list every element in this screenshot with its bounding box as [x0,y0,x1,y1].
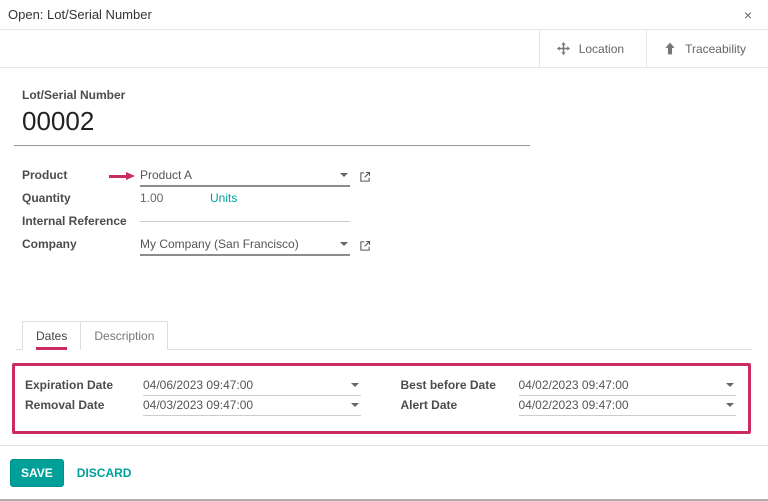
internal-reference-row: Internal Reference [22,212,752,234]
form-fields: Product Product A Quantity 1.00 Units [22,166,752,257]
traceability-button-label: Traceability [685,42,746,56]
dates-right-column: Best before Date 04/02/2023 09:47:00 Ale… [401,376,737,416]
move-icon [556,41,571,56]
company-label: Company [22,235,140,251]
alert-date-row: Alert Date 04/02/2023 09:47:00 [401,396,737,416]
discard-button[interactable]: DISCARD [77,466,132,480]
arrow-up-icon [663,41,677,56]
product-value: Product A [140,168,192,182]
removal-date-field[interactable]: 04/03/2023 09:47:00 [143,396,361,416]
internal-reference-field[interactable] [140,216,350,222]
expiration-date-label: Expiration Date [25,376,143,392]
location-button[interactable]: Location [539,30,646,67]
dialog-title: Open: Lot/Serial Number [8,7,152,22]
dates-grid: Expiration Date 04/06/2023 09:47:00 Remo… [25,376,736,416]
lot-serial-number-label: Lot/Serial Number [22,88,752,102]
external-link-icon[interactable] [359,171,371,183]
product-field[interactable]: Product A [140,166,350,187]
alert-date-label: Alert Date [401,396,519,412]
chevron-down-icon[interactable] [351,403,359,407]
external-link-icon[interactable] [359,240,371,252]
notebook-tabs: Dates Description [16,321,752,350]
expiration-date-value: 04/06/2023 09:47:00 [143,378,253,392]
tab-dates[interactable]: Dates [22,321,81,350]
tab-dates-label: Dates [36,329,67,350]
stat-button-box: Location Traceability [0,30,768,68]
company-value: My Company (San Francisco) [140,237,299,251]
internal-reference-label: Internal Reference [22,212,140,228]
lot-serial-number-input[interactable]: 00002 [22,106,752,137]
form-sheet: Lot/Serial Number 00002 Product Product … [0,68,768,434]
best-before-date-value: 04/02/2023 09:47:00 [519,378,629,392]
location-button-label: Location [579,42,624,56]
quantity-row: Quantity 1.00 Units [22,189,752,211]
removal-date-label: Removal Date [25,396,143,412]
company-row: Company My Company (San Francisco) [22,235,752,257]
close-icon[interactable]: × [738,8,758,22]
quantity-value: 1.00 [140,189,210,205]
best-before-date-field[interactable]: 04/02/2023 09:47:00 [519,376,737,396]
dates-highlight-annotation: Expiration Date 04/06/2023 09:47:00 Remo… [12,363,751,434]
lot-serial-dialog: Open: Lot/Serial Number × Location Trace… [0,0,768,501]
removal-date-row: Removal Date 04/03/2023 09:47:00 [25,396,361,416]
best-before-date-row: Best before Date 04/02/2023 09:47:00 [401,376,737,396]
traceability-button[interactable]: Traceability [646,30,768,67]
dialog-header: Open: Lot/Serial Number × [0,0,768,30]
expiration-date-field[interactable]: 04/06/2023 09:47:00 [143,376,361,396]
chevron-down-icon[interactable] [726,383,734,387]
chevron-down-icon[interactable] [340,173,348,177]
uom-link[interactable]: Units [210,189,237,205]
lot-serial-number-underline [14,145,530,146]
best-before-date-label: Best before Date [401,376,519,392]
removal-date-value: 04/03/2023 09:47:00 [143,398,253,412]
tab-description[interactable]: Description [80,321,168,350]
annotation-arrow-icon [109,172,135,181]
quantity-label: Quantity [22,189,140,205]
chevron-down-icon[interactable] [351,383,359,387]
company-field[interactable]: My Company (San Francisco) [140,235,350,256]
dates-left-column: Expiration Date 04/06/2023 09:47:00 Remo… [25,376,361,416]
chevron-down-icon[interactable] [726,403,734,407]
alert-date-field[interactable]: 04/02/2023 09:47:00 [519,396,737,416]
product-row: Product Product A [22,166,752,188]
chevron-down-icon[interactable] [340,242,348,246]
save-button[interactable]: SAVE [10,459,64,487]
expiration-date-row: Expiration Date 04/06/2023 09:47:00 [25,376,361,396]
tab-description-label: Description [94,329,154,343]
dialog-footer: SAVE DISCARD [0,445,768,499]
alert-date-value: 04/02/2023 09:47:00 [519,398,629,412]
